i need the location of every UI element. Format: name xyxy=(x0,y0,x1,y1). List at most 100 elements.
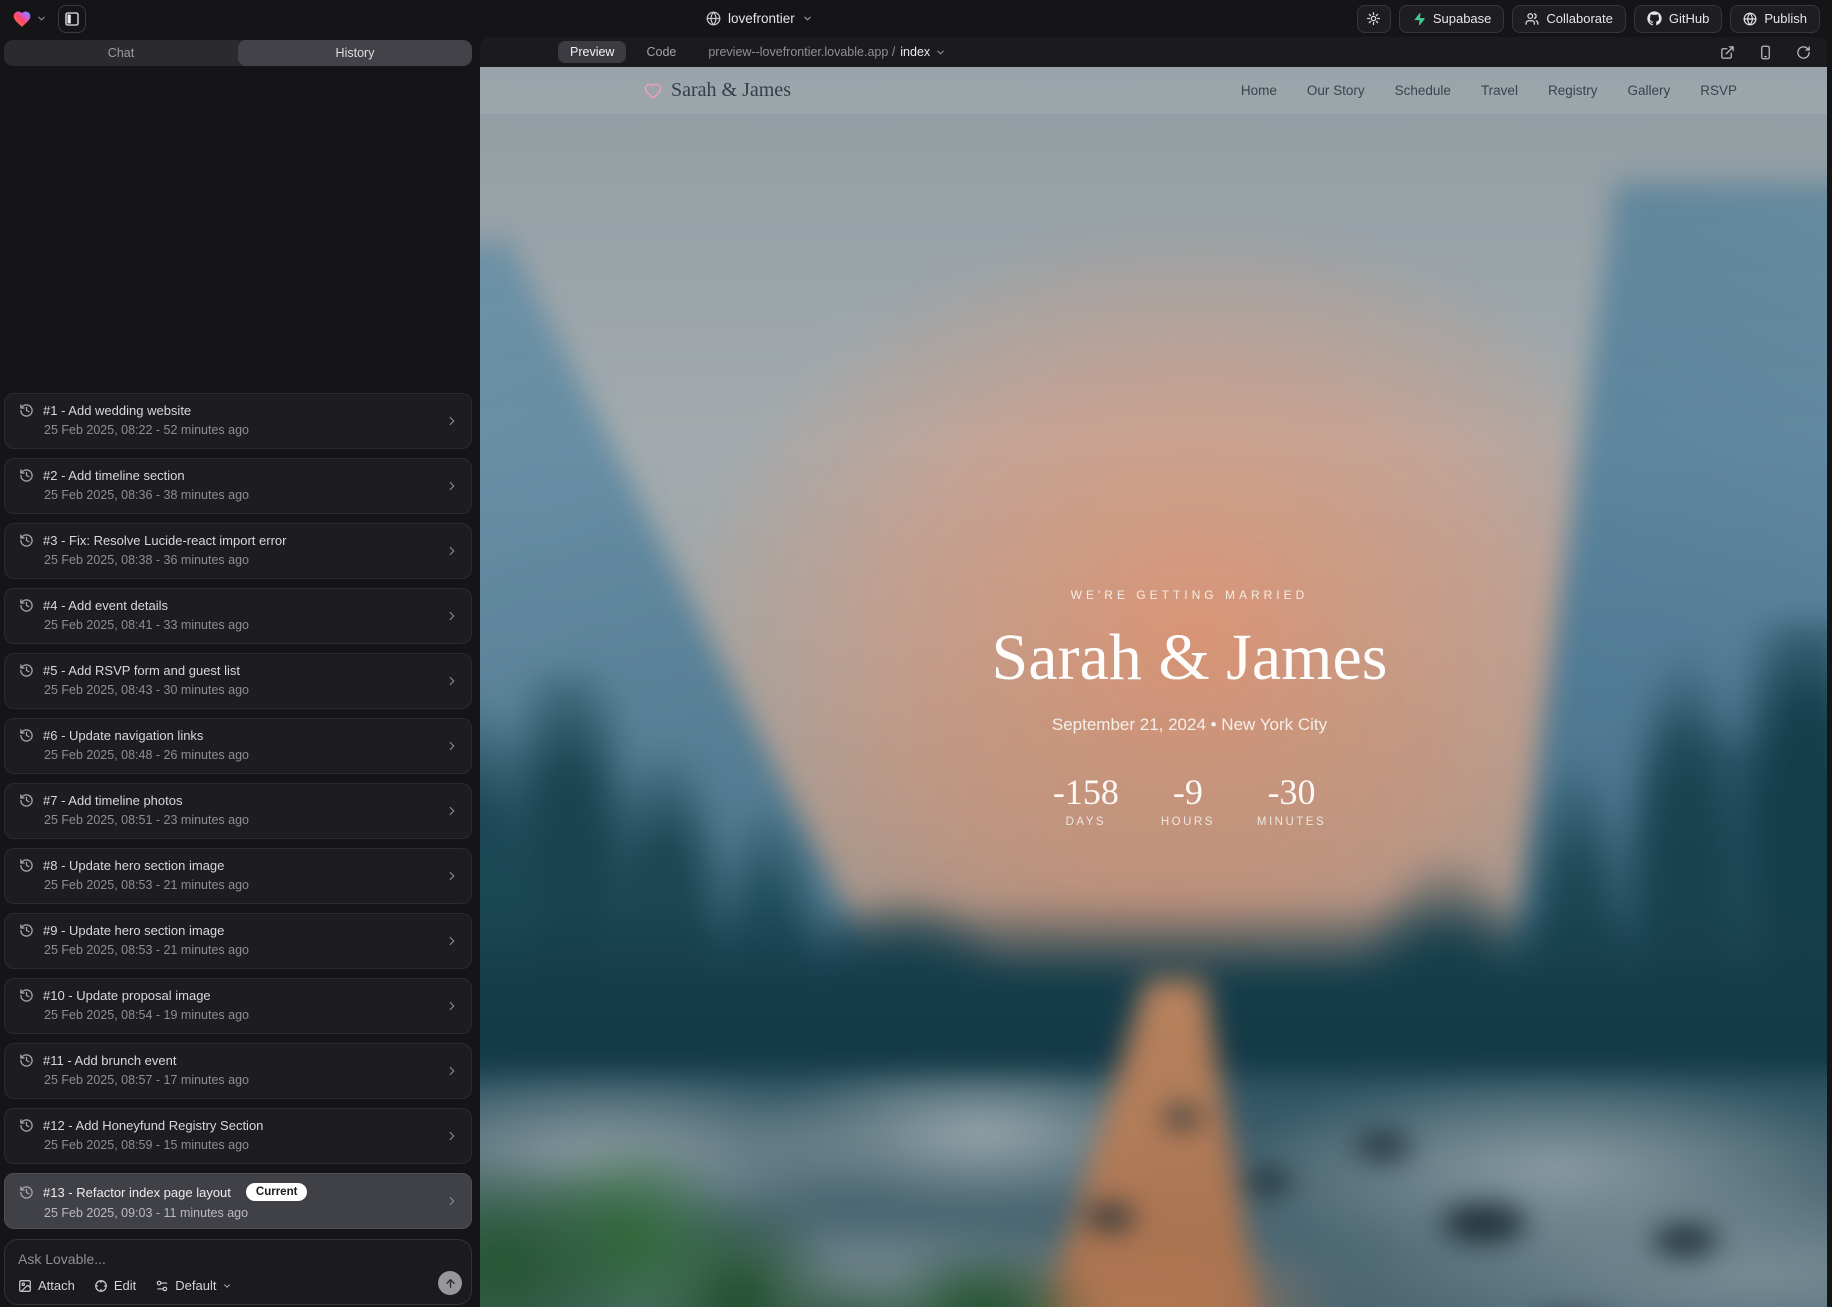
history-item-title: #6 - Update navigation links xyxy=(43,728,203,743)
ask-lovable-input[interactable] xyxy=(18,1251,414,1267)
nav-schedule[interactable]: Schedule xyxy=(1395,83,1451,98)
history-item-7[interactable]: #7 - Add timeline photos 25 Feb 2025, 08… xyxy=(4,783,472,839)
history-list: #1 - Add wedding website 25 Feb 2025, 08… xyxy=(4,72,472,1229)
tab-code[interactable]: Code xyxy=(634,41,688,63)
chevron-right-icon xyxy=(445,1064,459,1078)
supabase-button[interactable]: Supabase xyxy=(1399,5,1505,33)
countdown-minutes: -30 MINUTES xyxy=(1257,771,1326,828)
lovable-heart-icon xyxy=(12,9,32,29)
gear-icon xyxy=(1366,11,1381,26)
history-item-title: #5 - Add RSVP form and guest list xyxy=(43,663,240,678)
history-icon xyxy=(19,858,34,873)
history-icon xyxy=(19,468,34,483)
history-item-9[interactable]: #9 - Update hero section image 25 Feb 20… xyxy=(4,913,472,969)
history-item-timestamp: 25 Feb 2025, 08:53 - 21 minutes ago xyxy=(44,878,457,892)
settings-button[interactable] xyxy=(1357,5,1391,33)
chevron-right-icon xyxy=(445,479,459,493)
history-item-title: #4 - Add event details xyxy=(43,598,168,613)
mode-label: Default xyxy=(175,1278,216,1293)
history-item-title: #11 - Add brunch event xyxy=(43,1053,176,1068)
refresh-icon[interactable] xyxy=(1796,45,1811,60)
history-icon xyxy=(19,923,34,938)
history-item-5[interactable]: #5 - Add RSVP form and guest list 25 Feb… xyxy=(4,653,472,709)
supabase-label: Supabase xyxy=(1433,11,1492,26)
nav-registry[interactable]: Registry xyxy=(1548,83,1598,98)
tab-preview[interactable]: Preview xyxy=(558,41,626,63)
current-badge: Current xyxy=(246,1183,308,1201)
history-item-title: #10 - Update proposal image xyxy=(43,988,211,1003)
site-header: Sarah & James Home Our Story Schedule Tr… xyxy=(480,67,1827,114)
hero-section: WE'RE GETTING MARRIED Sarah & James Sept… xyxy=(516,588,1827,828)
attach-button[interactable]: Attach xyxy=(18,1278,75,1293)
history-icon xyxy=(19,728,34,743)
nav-our-story[interactable]: Our Story xyxy=(1307,83,1365,98)
history-item-3[interactable]: #3 - Fix: Resolve Lucide-react import er… xyxy=(4,523,472,579)
history-item-timestamp: 25 Feb 2025, 08:41 - 33 minutes ago xyxy=(44,618,457,632)
chevron-right-icon xyxy=(445,739,459,753)
chevron-right-icon xyxy=(445,1129,459,1143)
history-item-12[interactable]: #12 - Add Honeyfund Registry Section 25 … xyxy=(4,1108,472,1164)
history-item-title: #3 - Fix: Resolve Lucide-react import er… xyxy=(43,533,286,548)
nav-home[interactable]: Home xyxy=(1241,83,1277,98)
tab-history[interactable]: History xyxy=(238,40,472,66)
history-item-8[interactable]: #8 - Update hero section image 25 Feb 20… xyxy=(4,848,472,904)
history-item-timestamp: 25 Feb 2025, 08:51 - 23 minutes ago xyxy=(44,813,457,827)
history-icon xyxy=(19,793,34,808)
globe-icon xyxy=(706,11,721,26)
github-button[interactable]: GitHub xyxy=(1634,5,1722,33)
tab-chat[interactable]: Chat xyxy=(4,40,238,66)
preview-url-page: index xyxy=(900,45,930,59)
preview-url-selector[interactable]: preview--lovefrontier.lovable.app / inde… xyxy=(708,45,946,59)
image-icon xyxy=(18,1279,32,1293)
history-item-11[interactable]: #11 - Add brunch event 25 Feb 2025, 08:5… xyxy=(4,1043,472,1099)
publish-label: Publish xyxy=(1764,11,1807,26)
collaborate-label: Collaborate xyxy=(1546,11,1613,26)
send-button[interactable] xyxy=(438,1271,462,1295)
history-item-timestamp: 25 Feb 2025, 08:48 - 26 minutes ago xyxy=(44,748,457,762)
history-icon xyxy=(19,598,34,613)
history-icon xyxy=(19,988,34,1003)
chevron-down-icon xyxy=(935,47,946,58)
edit-mode-button[interactable]: Edit xyxy=(94,1278,136,1293)
countdown-minutes-label: MINUTES xyxy=(1257,816,1326,828)
history-item-6[interactable]: #6 - Update navigation links 25 Feb 2025… xyxy=(4,718,472,774)
nav-gallery[interactable]: Gallery xyxy=(1627,83,1670,98)
chevron-right-icon xyxy=(445,544,459,558)
history-item-title: #13 - Refactor index page layout xyxy=(43,1185,231,1200)
collaborate-button[interactable]: Collaborate xyxy=(1512,5,1626,33)
attach-label: Attach xyxy=(38,1278,75,1293)
toggle-sidebar-button[interactable] xyxy=(58,5,86,33)
nav-rsvp[interactable]: RSVP xyxy=(1700,83,1737,98)
history-item-4[interactable]: #4 - Add event details 25 Feb 2025, 08:4… xyxy=(4,588,472,644)
chevron-down-icon xyxy=(36,13,47,24)
mobile-view-icon[interactable] xyxy=(1758,45,1773,60)
history-item-timestamp: 25 Feb 2025, 08:53 - 21 minutes ago xyxy=(44,943,457,957)
history-item-1[interactable]: #1 - Add wedding website 25 Feb 2025, 08… xyxy=(4,393,472,449)
countdown-days-value: -158 xyxy=(1053,771,1119,813)
history-item-13-current[interactable]: #13 - Refactor index page layout Current… xyxy=(4,1173,472,1229)
chevron-right-icon xyxy=(445,999,459,1013)
crosshair-icon xyxy=(94,1279,108,1293)
project-selector[interactable]: lovefrontier xyxy=(706,0,813,37)
history-item-2[interactable]: #2 - Add timeline section 25 Feb 2025, 0… xyxy=(4,458,472,514)
chat-composer: Attach Edit Default xyxy=(4,1239,472,1305)
publish-button[interactable]: Publish xyxy=(1730,5,1820,33)
history-item-timestamp: 25 Feb 2025, 09:03 - 11 minutes ago xyxy=(44,1206,457,1220)
chevron-right-icon xyxy=(445,869,459,883)
chevron-right-icon xyxy=(445,804,459,818)
nav-travel[interactable]: Travel xyxy=(1481,83,1518,98)
chevron-right-icon xyxy=(445,609,459,623)
history-item-10[interactable]: #10 - Update proposal image 25 Feb 2025,… xyxy=(4,978,472,1034)
lovable-logo-menu[interactable] xyxy=(12,9,47,29)
history-icon xyxy=(19,1118,34,1133)
github-icon xyxy=(1647,11,1662,26)
history-item-title: #8 - Update hero section image xyxy=(43,858,224,873)
open-in-new-tab-icon[interactable] xyxy=(1720,45,1735,60)
users-icon xyxy=(1525,12,1539,26)
site-brand[interactable]: Sarah & James xyxy=(644,79,791,102)
history-item-timestamp: 25 Feb 2025, 08:22 - 52 minutes ago xyxy=(44,423,457,437)
countdown-days-label: DAYS xyxy=(1053,816,1119,828)
model-mode-selector[interactable]: Default xyxy=(155,1278,232,1293)
history-item-title: #7 - Add timeline photos xyxy=(43,793,182,808)
site-nav: Home Our Story Schedule Travel Registry … xyxy=(1241,83,1737,98)
